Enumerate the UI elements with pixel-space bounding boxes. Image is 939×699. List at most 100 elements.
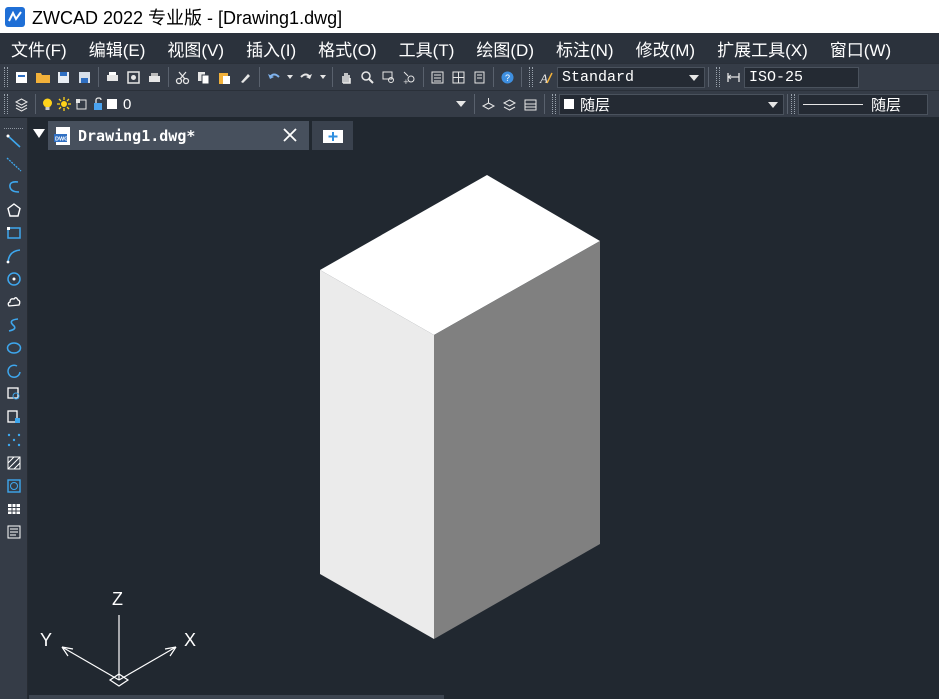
polygon-icon[interactable] [0, 198, 28, 221]
svg-text:?: ? [505, 73, 510, 83]
menu-format[interactable]: 格式(O) [307, 36, 388, 61]
menu-tools[interactable]: 工具(T) [388, 36, 466, 61]
ellipse-icon[interactable] [0, 336, 28, 359]
multiline-text-icon[interactable] [0, 520, 28, 543]
menu-insert[interactable]: 插入(I) [235, 36, 307, 61]
point-icon[interactable] [0, 428, 28, 451]
ucs-z-label: Z [112, 589, 123, 609]
undo-icon[interactable] [263, 67, 284, 88]
layer-unlock-icon[interactable] [89, 94, 105, 115]
menu-dimension[interactable]: 标注(N) [545, 36, 625, 61]
insert-block-icon[interactable] [0, 382, 28, 405]
svg-text:DWG: DWG [55, 136, 68, 142]
line-icon[interactable] [0, 129, 28, 152]
toolbar-grip[interactable] [529, 67, 533, 87]
menu-express-tools[interactable]: 扩展工具(X) [706, 36, 819, 61]
construction-line-icon[interactable] [0, 152, 28, 175]
close-icon[interactable] [281, 126, 299, 144]
save-icon[interactable] [53, 67, 74, 88]
tab-drawing1[interactable]: DWG Drawing1.dwg* [48, 121, 309, 150]
print-icon[interactable] [102, 67, 123, 88]
polyline-icon[interactable] [0, 175, 28, 198]
layer-viewport-icon[interactable] [73, 94, 89, 115]
tab-list-dropdown-icon[interactable] [33, 129, 45, 138]
dimension-style-value: ISO-25 [749, 68, 804, 86]
rectangle-icon[interactable] [0, 221, 28, 244]
text-style-select[interactable]: Standard [557, 66, 705, 88]
layer-thaw-sun-icon[interactable] [55, 94, 73, 115]
layout-tabs-strip [29, 695, 444, 699]
hatch-icon[interactable] [0, 451, 28, 474]
toolbar-grip[interactable] [4, 94, 8, 114]
toolbar-grip[interactable] [4, 120, 23, 129]
layer-states-icon[interactable] [520, 94, 541, 115]
layer-manager-icon[interactable] [11, 94, 32, 115]
spline-icon[interactable] [0, 313, 28, 336]
design-center-icon[interactable] [448, 67, 469, 88]
new-file-icon[interactable] [11, 67, 32, 88]
color-swatch-icon [564, 99, 574, 109]
undo-dropdown-icon[interactable] [284, 67, 296, 88]
zoom-previous-icon[interactable]: + [399, 67, 420, 88]
standard-toolbar: + ? A Standard ISO-25 [0, 63, 939, 90]
redo-icon[interactable] [296, 67, 317, 88]
plot-icon[interactable] [144, 67, 165, 88]
menu-file[interactable]: 文件(F) [0, 36, 78, 61]
circle-icon[interactable] [0, 267, 28, 290]
table-icon[interactable] [0, 497, 28, 520]
arc-icon[interactable] [0, 244, 28, 267]
print-preview-icon[interactable] [123, 67, 144, 88]
region-icon[interactable] [0, 474, 28, 497]
zoom-realtime-icon[interactable] [357, 67, 378, 88]
layer-select[interactable]: 0 [119, 94, 471, 115]
paste-icon[interactable] [214, 67, 235, 88]
ellipse-arc-icon[interactable] [0, 359, 28, 382]
document-tab-strip: DWG Drawing1.dwg* [29, 118, 939, 150]
toolbar-grip[interactable] [791, 94, 795, 114]
chevron-down-icon [456, 100, 466, 107]
help-icon[interactable]: ? [497, 67, 518, 88]
chevron-down-icon [768, 101, 778, 108]
match-properties-icon[interactable] [235, 67, 256, 88]
toolbar-grip[interactable] [716, 67, 720, 87]
tool-palette-icon[interactable] [469, 67, 490, 88]
properties-icon[interactable] [427, 67, 448, 88]
new-tab-button[interactable] [312, 121, 353, 150]
zwcad-logo-icon [5, 6, 25, 27]
menu-edit[interactable]: 编辑(E) [78, 36, 157, 61]
linetype-select[interactable]: 随层 [798, 93, 928, 115]
redo-dropdown-icon[interactable] [317, 67, 329, 88]
dimension-style-select[interactable]: ISO-25 [744, 66, 859, 88]
open-folder-icon[interactable] [32, 67, 53, 88]
toolbar-grip[interactable] [552, 94, 556, 114]
make-current-layer-icon[interactable] [478, 94, 499, 115]
menu-modify[interactable]: 修改(M) [625, 36, 706, 61]
model-space-canvas[interactable]: Z Y X [29, 150, 939, 699]
layer-name-value: 0 [123, 95, 132, 113]
layer-on-bulb-icon[interactable] [39, 94, 55, 115]
svg-text:A: A [539, 71, 548, 85]
copy-icon[interactable] [193, 67, 214, 88]
revision-cloud-icon[interactable] [0, 290, 28, 313]
linetype-value: 随层 [871, 96, 902, 114]
cut-icon[interactable] [172, 67, 193, 88]
pan-hand-icon[interactable] [336, 67, 357, 88]
layers-toolbar: 0 随层 随层 [0, 90, 939, 117]
text-style-value: Standard [562, 68, 635, 86]
make-block-icon[interactable] [0, 405, 28, 428]
menu-window[interactable]: 窗口(W) [819, 36, 902, 61]
dwg-file-icon: DWG [54, 126, 70, 145]
linetype-sample-line [803, 103, 863, 105]
layer-previous-icon[interactable] [499, 94, 520, 115]
dimension-style-icon[interactable] [723, 67, 744, 88]
menu-draw[interactable]: 绘图(D) [465, 36, 545, 61]
text-style-icon[interactable]: A [536, 67, 557, 88]
layer-color-swatch-icon [105, 94, 119, 115]
zoom-window-icon[interactable] [378, 67, 399, 88]
toolbar-grip[interactable] [4, 67, 8, 87]
color-select[interactable]: 随层 [559, 93, 784, 115]
ucs-y-label: Y [40, 630, 52, 650]
save-as-icon[interactable] [74, 67, 95, 88]
drawing-viewport[interactable]: Z Y X [29, 150, 939, 699]
menu-view[interactable]: 视图(V) [156, 36, 235, 61]
